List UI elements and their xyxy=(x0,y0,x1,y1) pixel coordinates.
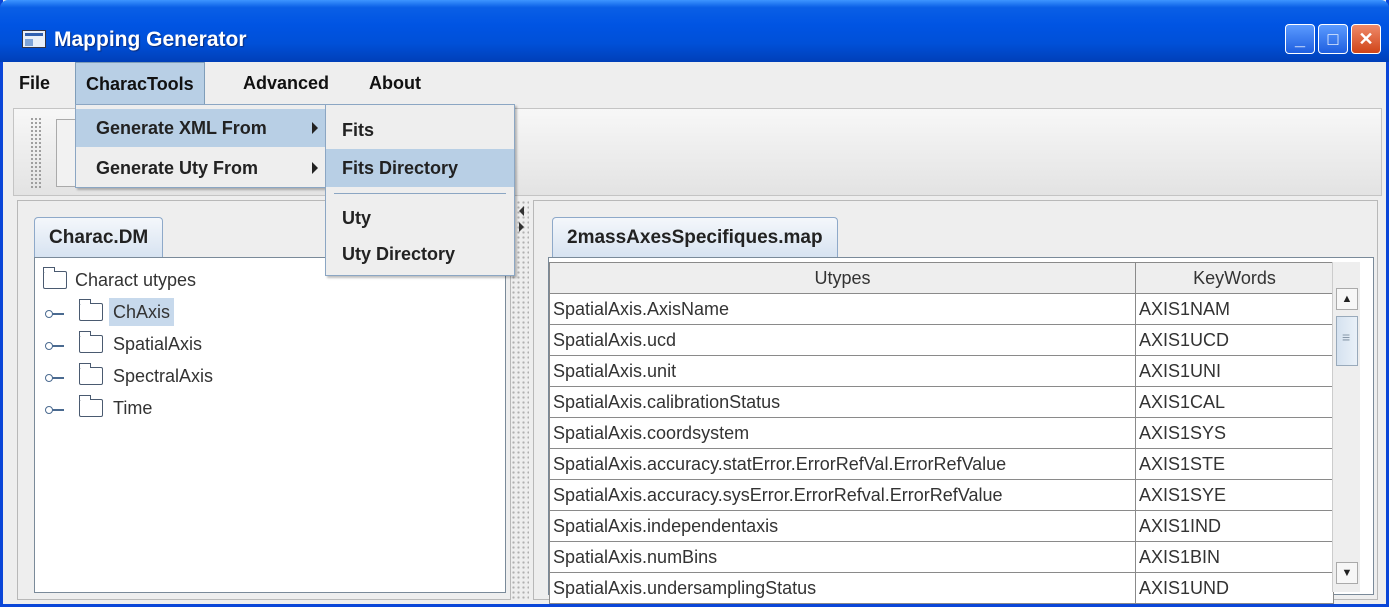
utype-cell[interactable]: SpatialAxis.numBins xyxy=(549,541,1136,573)
keyword-cell[interactable]: AXIS1BIN xyxy=(1135,541,1334,573)
menu-item-label: Generate XML From xyxy=(96,118,267,138)
table-header: Utypes KeyWords xyxy=(549,262,1334,294)
folder-icon xyxy=(79,363,103,385)
tree-node-label: Time xyxy=(113,398,153,418)
mapping-table: Utypes KeyWords SpatialAxis.AxisName AXIS… xyxy=(549,262,1334,604)
menu-item-generate-uty-from[interactable]: Generate Uty From xyxy=(76,149,326,187)
tab-charac-dm[interactable]: Charac.DM xyxy=(34,217,164,257)
table-row[interactable]: SpatialAxis.accuracy.statError.ErrorRefV… xyxy=(549,448,1334,480)
collapse-left-icon[interactable] xyxy=(519,206,524,216)
utype-cell[interactable]: SpatialAxis.ucd xyxy=(549,324,1136,356)
utypes-tree: Charact utypes ChAxis SpatialAxis Spectr… xyxy=(34,257,506,593)
table-row[interactable]: SpatialAxis.independentaxis AXIS1IND xyxy=(549,510,1334,542)
table-row[interactable]: SpatialAxis.coordsystem AXIS1SYS xyxy=(549,417,1334,449)
table-row[interactable]: SpatialAxis.calibrationStatus AXIS1CAL xyxy=(549,386,1334,418)
utype-cell[interactable]: SpatialAxis.calibrationStatus xyxy=(549,386,1136,418)
utype-cell[interactable]: SpatialAxis.unit xyxy=(549,355,1136,387)
column-header-keywords[interactable]: KeyWords xyxy=(1135,262,1334,294)
tree-node-label: SpatialAxis xyxy=(113,334,203,354)
column-header-utypes[interactable]: Utypes xyxy=(549,262,1136,294)
table-row[interactable]: SpatialAxis.AxisName AXIS1NAM xyxy=(549,293,1334,325)
expand-handle-icon[interactable] xyxy=(45,307,65,318)
keyword-cell[interactable]: AXIS1UNI xyxy=(1135,355,1334,387)
expand-handle-icon[interactable] xyxy=(45,371,65,382)
generate-from-submenu: Fits Fits Directory Uty Uty Directory xyxy=(325,104,515,276)
tree-root-label: Charact utypes xyxy=(75,270,197,290)
table-row[interactable]: SpatialAxis.undersamplingStatus AXIS1UND xyxy=(549,572,1334,604)
right-panel: 2massAxesSpecifiques.map Utypes KeyWords… xyxy=(533,200,1378,604)
maximize-button[interactable]: □ xyxy=(1318,24,1348,54)
toolbar-grip[interactable] xyxy=(30,117,42,189)
scroll-up-icon[interactable]: ▲ xyxy=(1336,288,1358,310)
folder-icon xyxy=(79,331,103,353)
keyword-cell[interactable]: AXIS1SYS xyxy=(1135,417,1334,449)
keyword-cell[interactable]: AXIS1CAL xyxy=(1135,386,1334,418)
keyword-cell[interactable]: AXIS1UCD xyxy=(1135,324,1334,356)
table-row[interactable]: SpatialAxis.numBins AXIS1BIN xyxy=(549,541,1334,573)
submenu-arrow-icon xyxy=(312,122,318,134)
menu-charactools[interactable]: CharacTools xyxy=(75,62,205,104)
title-bar[interactable]: Mapping Generator _ □ ✕ xyxy=(0,0,1389,62)
menu-item-uty[interactable]: Uty xyxy=(326,199,514,237)
menu-item-fits[interactable]: Fits xyxy=(326,111,514,149)
menu-bar: File CharacTools Advanced About xyxy=(3,62,1386,104)
keyword-cell[interactable]: AXIS1UND xyxy=(1135,572,1334,604)
expand-handle-icon[interactable] xyxy=(45,339,65,350)
menu-separator xyxy=(334,193,506,194)
mapping-table-container: Utypes KeyWords SpatialAxis.AxisName AXIS… xyxy=(548,257,1374,604)
app-window: Mapping Generator _ □ ✕ File CharacTools… xyxy=(0,0,1389,607)
folder-icon xyxy=(79,395,103,417)
expand-handle-icon[interactable] xyxy=(45,403,65,414)
menu-item-uty-directory[interactable]: Uty Directory xyxy=(326,235,514,273)
utype-cell[interactable]: SpatialAxis.independentaxis xyxy=(549,510,1136,542)
folder-icon xyxy=(79,299,103,321)
submenu-arrow-icon xyxy=(312,162,318,174)
tab-map-file[interactable]: 2massAxesSpecifiques.map xyxy=(552,217,838,257)
app-icon xyxy=(22,30,46,48)
keyword-cell[interactable]: AXIS1NAM xyxy=(1135,293,1334,325)
scroll-thumb[interactable] xyxy=(1336,316,1358,366)
menu-item-fits-directory[interactable]: Fits Directory xyxy=(326,149,514,187)
menu-file[interactable]: File xyxy=(9,62,60,104)
menu-item-generate-xml-from[interactable]: Generate XML From xyxy=(76,109,326,147)
keyword-cell[interactable]: AXIS1SYE xyxy=(1135,479,1334,511)
table-row[interactable]: SpatialAxis.ucd AXIS1UCD xyxy=(549,324,1334,356)
menu-about[interactable]: About xyxy=(359,62,431,104)
table-row[interactable]: SpatialAxis.unit AXIS1UNI xyxy=(549,355,1334,387)
table-vertical-scrollbar[interactable]: ▲ ▼ xyxy=(1332,262,1360,592)
tree-node-label: ChAxis xyxy=(109,298,175,326)
utype-cell[interactable]: SpatialAxis.coordsystem xyxy=(549,417,1136,449)
collapse-right-icon[interactable] xyxy=(519,222,524,232)
table-row[interactable]: SpatialAxis.accuracy.sysError.ErrorRefva… xyxy=(549,479,1334,511)
tree-node-label: SpectralAxis xyxy=(113,366,214,386)
utype-cell[interactable]: SpatialAxis.accuracy.statError.ErrorRefV… xyxy=(549,448,1136,480)
scroll-down-icon[interactable]: ▼ xyxy=(1336,562,1358,584)
charactools-menu: Generate XML From Generate Uty From xyxy=(75,104,327,188)
keyword-cell[interactable]: AXIS1STE xyxy=(1135,448,1334,480)
utype-cell[interactable]: SpatialAxis.undersamplingStatus xyxy=(549,572,1136,604)
minimize-button[interactable]: _ xyxy=(1285,24,1315,54)
close-button[interactable]: ✕ xyxy=(1351,24,1381,54)
menu-item-label: Generate Uty From xyxy=(96,158,259,178)
utype-cell[interactable]: SpatialAxis.accuracy.sysError.ErrorRefva… xyxy=(549,479,1136,511)
utype-cell[interactable]: SpatialAxis.AxisName xyxy=(549,293,1136,325)
keyword-cell[interactable]: AXIS1IND xyxy=(1135,510,1334,542)
folder-icon xyxy=(43,267,67,289)
window-title: Mapping Generator xyxy=(54,28,247,51)
menu-advanced[interactable]: Advanced xyxy=(233,62,339,104)
